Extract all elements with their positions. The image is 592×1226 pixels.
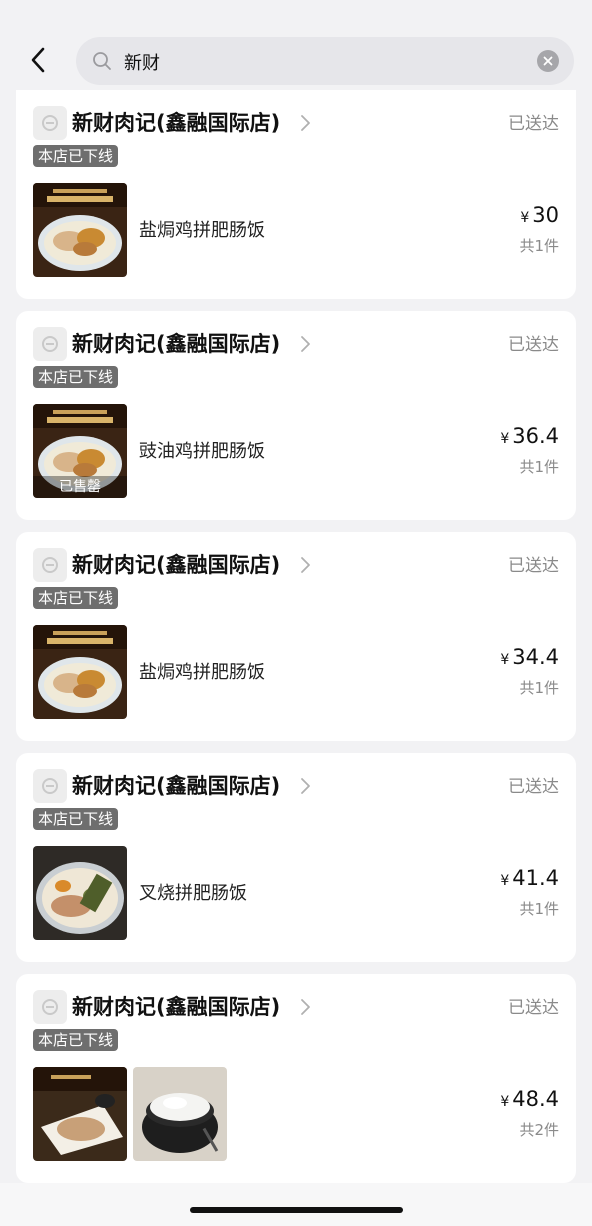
currency-symbol: ¥ [500,652,510,668]
item-name: 叉烧拼肥肠饭 [139,883,247,904]
item-count: 共1件 [519,237,559,255]
store-offline-badge: 本店已下线 [33,587,119,609]
order-status: 已送达 [508,998,559,1018]
back-button[interactable] [22,44,54,76]
chevron-left-icon [31,47,45,73]
shop-name[interactable]: 新财肉记(鑫融国际店) [72,990,280,1024]
price-value: 41.4 [512,866,559,890]
order-price: ¥34.4 [500,645,559,669]
food-image[interactable] [33,183,127,277]
sold-out-overlay: 已售罄 [33,476,127,498]
shop-name[interactable]: 新财肉记(鑫融国际店) [72,769,280,803]
order-card[interactable]: 新财肉记(鑫融国际店) 已送达 本店已下线 已售罄 豉油鸡拼肥肠饭 ¥36.4 … [16,311,576,520]
search-input[interactable]: 新财 [124,49,160,75]
search-icon [93,52,111,70]
bottom-bar [0,1183,592,1226]
shop-logo-icon [33,106,67,140]
food-image[interactable]: 已售罄 [33,404,127,498]
chevron-right-icon [301,336,310,352]
price-value: 48.4 [512,1087,559,1111]
shop-logo-icon [33,548,67,582]
order-price: ¥48.4 [500,1087,559,1111]
chevron-right-icon [301,999,310,1015]
currency-symbol: ¥ [500,873,510,889]
item-count: 共2件 [519,1121,559,1139]
item-name: 盐焗鸡拼肥肠饭 [139,662,265,683]
item-name: 豉油鸡拼肥肠饭 [139,441,265,462]
store-offline-badge: 本店已下线 [33,1029,119,1051]
store-offline-badge: 本店已下线 [33,145,119,167]
order-price: ¥36.4 [500,424,559,448]
shop-logo-icon [33,990,67,1024]
order-price: ¥41.4 [500,866,559,890]
order-status: 已送达 [508,114,559,134]
shop-logo-icon [33,769,67,803]
order-card[interactable]: 新财肉记(鑫融国际店) 已送达 本店已下线 盐焗鸡拼肥肠饭 ¥34.4 共1件 [16,532,576,741]
currency-symbol: ¥ [500,431,510,447]
shop-name[interactable]: 新财肉记(鑫融国际店) [72,106,280,140]
currency-symbol: ¥ [500,1094,510,1110]
order-status: 已送达 [508,335,559,355]
food-image[interactable] [133,1067,227,1161]
clear-icon[interactable] [537,50,559,72]
price-value: 36.4 [512,424,559,448]
order-card[interactable]: 新财肉记(鑫融国际店) 已送达 本店已下线 叉烧拼肥肠饭 ¥41.4 共1件 [16,753,576,962]
food-image[interactable] [33,625,127,719]
order-card[interactable]: 新财肉记(鑫融国际店) 已送达 本店已下线 ¥48.4 共2件 [16,974,576,1183]
item-count: 共1件 [519,679,559,697]
price-value: 30 [532,203,559,227]
item-name: 盐焗鸡拼肥肠饭 [139,220,265,241]
top-bar: 新财 [0,0,592,90]
currency-symbol: ¥ [520,210,530,226]
shop-name[interactable]: 新财肉记(鑫融国际店) [72,548,280,582]
food-image[interactable] [33,846,127,940]
order-status: 已送达 [508,556,559,576]
item-count: 共1件 [519,900,559,918]
food-image[interactable] [33,1067,127,1161]
order-price: ¥30 [520,203,559,227]
store-offline-badge: 本店已下线 [33,808,119,830]
chevron-right-icon [301,115,310,131]
store-offline-badge: 本店已下线 [33,366,119,388]
item-count: 共1件 [519,458,559,476]
order-status: 已送达 [508,777,559,797]
chevron-right-icon [301,778,310,794]
search-bar[interactable]: 新财 [76,37,574,85]
home-indicator[interactable] [190,1207,403,1213]
shop-logo-icon [33,327,67,361]
order-card[interactable]: 新财肉记(鑫融国际店) 已送达 本店已下线 盐焗鸡拼肥肠饭 ¥30 共1件 [16,90,576,299]
price-value: 34.4 [512,645,559,669]
shop-name[interactable]: 新财肉记(鑫融国际店) [72,327,280,361]
chevron-right-icon [301,557,310,573]
